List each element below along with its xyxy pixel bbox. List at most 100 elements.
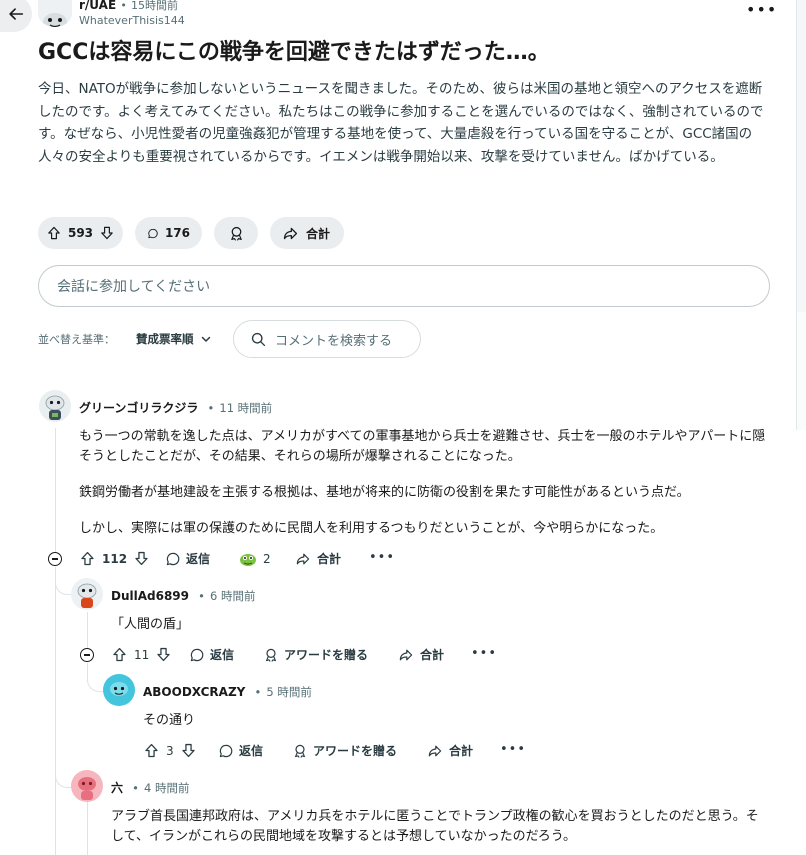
snoo-icon	[43, 13, 67, 27]
share-label: 合計	[420, 648, 445, 662]
more-options-icon[interactable]: •••	[471, 646, 497, 661]
comment-paragraph: もう一つの常軌を逸した点は、アメリカがすべての軍事基地から兵士を避難させ、兵士を…	[79, 429, 766, 464]
comment-time: 4 時間前	[144, 781, 190, 795]
share-icon	[399, 649, 413, 660]
comment-vote: 3	[143, 742, 197, 759]
comment-count: 176	[164, 226, 190, 240]
more-options-icon[interactable]: •••	[746, 0, 777, 19]
sort-label: 並べ替え基準：	[38, 333, 115, 346]
comment-body: アラブ首長国連邦政府は、アメリカ兵をホテルに匿うことでトランプ政権の歓心を買おう…	[111, 809, 759, 844]
comment-author[interactable]: グリーンゴリラクジラ	[79, 401, 198, 415]
comment-icon	[166, 552, 180, 565]
share-button[interactable]: 合計	[398, 646, 444, 663]
downvote-icon[interactable]	[155, 646, 172, 663]
post-meta: r/UAE • 15時間前	[79, 0, 178, 13]
thread-line	[87, 612, 88, 648]
award-count-button[interactable]: 2	[238, 549, 271, 569]
downvote-icon[interactable]	[133, 550, 150, 567]
share-icon	[283, 227, 298, 239]
downvote-icon[interactable]	[180, 742, 197, 759]
give-award-label: アワードを贈る	[313, 744, 398, 758]
upvote-icon[interactable]	[111, 646, 128, 663]
scrollbar-thumb[interactable]	[796, 312, 806, 430]
comment-icon	[219, 744, 233, 757]
award-count: 2	[263, 552, 271, 566]
post-time: 15時間前	[131, 0, 179, 12]
thread-connector	[55, 775, 72, 788]
avatar[interactable]	[71, 578, 103, 610]
reply-button[interactable]: 返信	[189, 646, 234, 663]
post-body: 今日、NATOが戦争に参加しないというニュースを聞きました。そのため、彼らは米国…	[38, 81, 764, 165]
comment-time: 11 時間前	[219, 401, 273, 415]
search-icon	[251, 332, 266, 346]
dot-separator: •	[120, 0, 127, 12]
snoo-avatar-icon	[77, 583, 97, 608]
comment-vote-count: 112	[102, 551, 128, 566]
avatar[interactable]	[39, 390, 71, 422]
dot-separator: •	[198, 589, 205, 603]
chevron-down-icon	[201, 336, 210, 342]
comment-vote-count: 3	[166, 743, 174, 758]
thread-line	[55, 567, 56, 855]
comment-header: DullAd6899 • 6 時間前	[111, 585, 255, 604]
comment-input-placeholder: 会話に参加してください	[57, 279, 211, 295]
share-label: 合計	[317, 552, 342, 566]
downvote-icon[interactable]	[99, 224, 115, 242]
thread-connector	[87, 663, 104, 692]
more-options-icon[interactable]: •••	[369, 550, 395, 565]
share-label: 合計	[449, 744, 474, 758]
dot-separator: •	[207, 401, 215, 415]
sort-dropdown[interactable]: 賛成票率順	[136, 331, 212, 347]
upvote-icon[interactable]	[79, 550, 96, 567]
comment-header: グリーンゴリラクジラ • 11 時間前	[79, 397, 272, 416]
comment-header: 六 • 4 時間前	[111, 777, 189, 796]
reply-button[interactable]: 返信	[218, 742, 263, 759]
give-award-button[interactable]: アワードを贈る	[263, 646, 368, 663]
share-button[interactable]: 合計	[270, 217, 344, 249]
comment-paragraph: しかし、実際には軍の保護のために民間人を利用するつもりだということが、今や明らか…	[79, 521, 664, 536]
thread-connector	[55, 582, 72, 595]
subreddit-avatar[interactable]	[38, 0, 72, 27]
comment-vote: 112	[79, 550, 150, 567]
scrollbar-track[interactable]	[796, 0, 806, 312]
sort-value: 賛成票率順	[136, 332, 194, 346]
comment-icon	[190, 648, 204, 661]
collapse-thread-button[interactable]	[48, 552, 62, 566]
search-placeholder: コメントを検索する	[275, 333, 393, 349]
avatar[interactable]	[71, 770, 103, 802]
post-author[interactable]: WhateverThisis144	[79, 14, 185, 27]
comment-icon	[148, 228, 158, 238]
comment-body: もう一つの常軌を逸した点は、アメリカがすべての軍事基地から兵士を避難させ、兵士を…	[79, 427, 769, 539]
snoo-avatar-icon	[78, 777, 96, 800]
share-button[interactable]: 合計	[427, 742, 473, 759]
share-button[interactable]: 合計	[295, 550, 341, 567]
comment-time: 6 時間前	[210, 589, 256, 603]
share-icon	[296, 553, 310, 564]
upvote-icon[interactable]	[46, 224, 62, 242]
collapse-thread-button[interactable]	[80, 648, 94, 662]
upvote-icon[interactable]	[143, 742, 160, 759]
award-icon	[230, 226, 242, 241]
give-award-label: アワードを贈る	[284, 648, 369, 662]
comment-vote-count: 11	[134, 647, 150, 662]
comment-body: 「人間の盾」	[111, 617, 190, 632]
snoo-avatar-icon	[110, 682, 128, 696]
subreddit-name[interactable]: r/UAE	[79, 0, 116, 12]
comment-search-input[interactable]: コメントを検索する	[233, 320, 421, 358]
comment-vote: 11	[111, 646, 172, 663]
comment-header: ABOODXCRAZY • 5 時間前	[143, 681, 312, 700]
reply-label: 返信	[239, 744, 264, 758]
more-options-icon[interactable]: •••	[500, 742, 526, 757]
back-button[interactable]	[0, 0, 32, 32]
award-icon	[266, 648, 276, 662]
award-button[interactable]	[214, 217, 258, 249]
comment-input[interactable]: 会話に参加してください	[38, 265, 770, 307]
give-award-button[interactable]: アワードを贈る	[292, 742, 397, 759]
avatar[interactable]	[103, 674, 135, 706]
comment-author[interactable]: 六	[111, 781, 123, 795]
reply-label: 返信	[186, 552, 211, 566]
comments-button[interactable]: 176	[135, 217, 202, 249]
comment-author[interactable]: DullAd6899	[111, 589, 189, 603]
comment-author[interactable]: ABOODXCRAZY	[143, 685, 245, 699]
reply-button[interactable]: 返信	[165, 550, 210, 567]
